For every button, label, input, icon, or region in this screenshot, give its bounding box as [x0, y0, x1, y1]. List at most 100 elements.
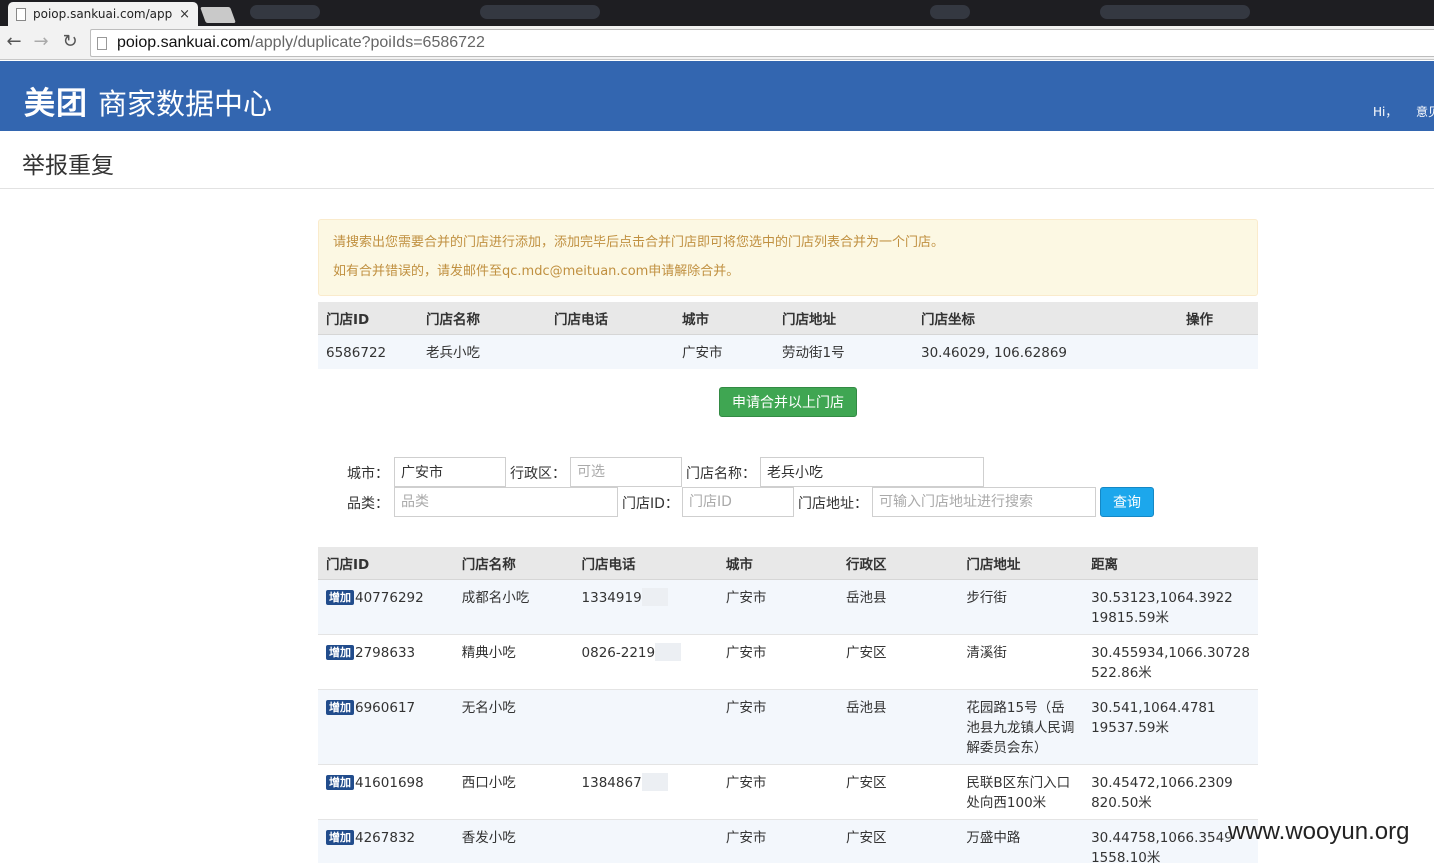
city-label: 城市： [347, 466, 389, 482]
column-header: 门店电话 [546, 302, 674, 335]
store-address-input[interactable] [872, 487, 1096, 517]
notice-alert: 请搜索出您需要合并的门店进行添加，添加完毕后点击合并门店即可将您选中的门店列表合… [318, 219, 1258, 296]
store-name-label: 门店名称： [686, 466, 756, 482]
store-distance: 30.53123,1064.3922 19815.59米 [1083, 578, 1258, 634]
table-row: 增加 41601698 西口小吃 1384867 广安市 广安区 民联B区东门入口… [318, 763, 1258, 819]
store-city: 广安市 [717, 688, 838, 764]
forward-arrow-icon[interactable]: → [31, 32, 51, 52]
store-address: 清溪街 [958, 633, 1084, 689]
store-name: 成都名小吃 [453, 578, 574, 634]
page-icon [16, 7, 26, 21]
column-header: 城市 [674, 302, 774, 335]
back-arrow-icon[interactable]: ← [4, 32, 24, 52]
blurred-region [250, 5, 320, 19]
redaction-mask [641, 587, 668, 606]
store-id-cell: 增加 2798633 [318, 633, 454, 689]
column-header: 门店电话 [573, 547, 718, 580]
district-input[interactable] [570, 457, 682, 487]
add-button[interactable]: 增加 [326, 644, 354, 660]
store-city: 广安市 [717, 633, 838, 689]
search-results-table: 门店ID 门店名称 门店电话 城市 行政区 门店地址 距离 增加 40776292… [318, 547, 1258, 863]
column-header: 门店ID [318, 547, 454, 580]
brand-title: 商家数据中心 [98, 87, 273, 121]
page-title: 举报重复 [22, 153, 114, 179]
store-name: 精典小吃 [453, 633, 574, 689]
store-distance: 30.45472,1066.2309 820.50米 [1083, 763, 1258, 819]
notice-line: 如有合并错误的，请发邮件至qc.mdc@meituan.com申请解除合并。 [333, 264, 740, 279]
column-header: 城市 [717, 547, 838, 580]
browser-tab[interactable]: poiop.sankuai.com/appl × [8, 2, 198, 26]
category-input[interactable] [394, 487, 618, 517]
store-name-input[interactable] [760, 457, 984, 487]
store-id-cell: 增加 40776292 [318, 578, 454, 634]
store-address: 劳动街1号 [774, 333, 913, 369]
category-label: 品类： [347, 496, 389, 512]
store-name: 香发小吃 [453, 818, 574, 863]
column-header: 操作 [1178, 302, 1258, 335]
blurred-region [1100, 5, 1250, 19]
store-distance: 30.455934,1066.30728 522.86米 [1083, 633, 1258, 689]
browser-toolbar: ← → ↻ poiop.sankuai.com/apply/duplicate?… [0, 26, 1434, 60]
column-header: 距离 [1083, 547, 1258, 580]
store-phone [573, 818, 718, 863]
column-header: 行政区 [837, 547, 959, 580]
header-link[interactable]: 意见 [1416, 103, 1434, 120]
redaction-mask [655, 642, 682, 661]
reload-icon[interactable]: ↻ [60, 32, 80, 52]
page-heading: 举报重复 [0, 131, 1434, 189]
table-header-row: 门店ID 门店名称 门店电话 城市 门店地址 门店坐标 操作 [318, 302, 1258, 335]
close-tab-icon[interactable]: × [179, 7, 190, 22]
table-row: 增加 6960617 无名小吃 广安市 岳池县 花园路15号（岳池县九龙镇人民调解… [318, 688, 1258, 764]
store-district: 岳池县 [837, 688, 959, 764]
add-button[interactable]: 增加 [326, 774, 354, 790]
brand[interactable]: 美团 商家数据中心 [24, 78, 272, 123]
column-header: 门店地址 [774, 302, 913, 335]
table-header-row: 门店ID 门店名称 门店电话 城市 行政区 门店地址 距离 [318, 547, 1258, 580]
column-header: 门店名称 [453, 547, 574, 580]
user-greeting[interactable]: Hi， [1373, 103, 1397, 120]
store-phone [573, 688, 718, 764]
district-label: 行政区： [510, 466, 566, 482]
store-address-label: 门店地址： [798, 496, 868, 512]
url-text: poiop.sankuai.com/apply/duplicate?poiIds… [117, 34, 485, 51]
browser-tabstrip: poiop.sankuai.com/appl × [0, 0, 1434, 26]
store-id-input[interactable] [682, 487, 794, 517]
add-button[interactable]: 增加 [326, 699, 354, 715]
watermark: www.wooyun.org [1228, 818, 1410, 845]
table-row: 增加 4267832 香发小吃 广安市 广安区 万盛中路 30.44758,106… [318, 818, 1258, 863]
store-city: 广安市 [717, 818, 838, 863]
new-tab-button[interactable] [200, 7, 236, 23]
page-icon [97, 36, 107, 50]
store-address: 万盛中路 [958, 818, 1084, 863]
add-button[interactable]: 增加 [326, 589, 354, 605]
store-phone: 0826-2219 [573, 633, 718, 689]
store-name: 无名小吃 [453, 688, 574, 764]
store-name: 老兵小吃 [418, 333, 546, 369]
blurred-region [930, 5, 970, 19]
blurred-region [480, 5, 600, 19]
store-district: 广安区 [837, 763, 959, 819]
city-input[interactable] [394, 457, 506, 487]
notice-line: 请搜索出您需要合并的门店进行添加，添加完毕后点击合并门店即可将您选中的门店列表合… [333, 235, 945, 250]
store-id-label: 门店ID： [622, 496, 679, 512]
store-district: 岳池县 [837, 578, 959, 634]
column-header: 门店地址 [958, 547, 1084, 580]
add-button[interactable]: 增加 [326, 829, 354, 845]
store-district: 广安区 [837, 818, 959, 863]
redaction-mask [641, 772, 668, 791]
merge-stores-button[interactable]: 申请合并以上门店 [719, 387, 857, 417]
store-phone: 1334919 [573, 578, 718, 634]
brand-logo-text: 美团 [24, 86, 88, 122]
store-city: 广安市 [717, 763, 838, 819]
tab-title: poiop.sankuai.com/appl [33, 7, 174, 21]
address-bar[interactable]: poiop.sankuai.com/apply/duplicate?poiIds… [90, 29, 1434, 57]
store-id: 6586722 [318, 333, 418, 369]
selected-stores-table: 门店ID 门店名称 门店电话 城市 门店地址 门店坐标 操作 6586722 老… [318, 302, 1258, 369]
table-row: 增加 40776292 成都名小吃 1334919 广安市 岳池县 步行街 30.… [318, 578, 1258, 634]
store-city: 广安市 [674, 333, 774, 369]
search-button[interactable]: 查询 [1100, 487, 1154, 517]
store-distance: 30.541,1064.4781 19537.59米 [1083, 688, 1258, 764]
store-coordinates: 30.46029, 106.62869 [913, 333, 1178, 369]
store-address: 民联B区东门入口处向西100米 [958, 763, 1084, 819]
store-name: 西口小吃 [453, 763, 574, 819]
